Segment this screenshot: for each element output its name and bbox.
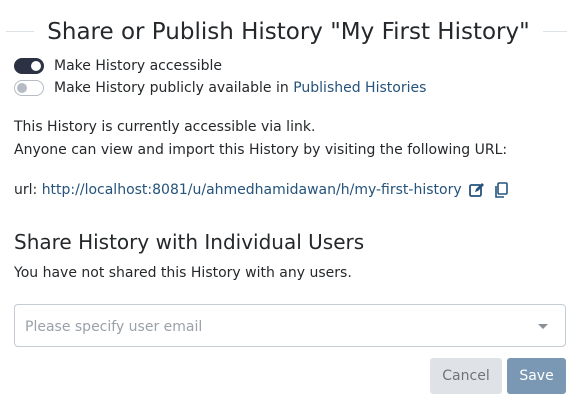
accessible-toggle-label[interactable]: Make History accessible <box>54 58 222 74</box>
cancel-button[interactable]: Cancel <box>430 358 502 394</box>
publish-toggle-label[interactable]: Make History publicly available in <box>54 80 293 96</box>
page-title: Share or Publish History "My First Histo… <box>47 19 530 45</box>
title-divider-right <box>543 31 567 32</box>
import-instructions-text: Anyone can view and import this History … <box>14 142 508 158</box>
chevron-down-icon[interactable] <box>538 324 548 329</box>
share-status-text: You have not shared this History with an… <box>14 265 352 281</box>
title-divider-left <box>6 31 34 32</box>
save-button[interactable]: Save <box>507 358 566 394</box>
url-label: url: <box>14 182 42 198</box>
toggle-knob <box>17 83 27 93</box>
accessible-toggle-row: Make History accessible <box>14 56 222 76</box>
share-users-heading: Share History with Individual Users <box>14 230 365 254</box>
published-histories-link[interactable]: Published Histories <box>293 80 426 96</box>
publish-toggle[interactable] <box>14 80 44 96</box>
accessible-toggle[interactable] <box>14 58 44 74</box>
publish-toggle-row: Make History publicly available in Publi… <box>14 78 426 98</box>
edit-icon[interactable] <box>468 181 486 199</box>
copy-icon[interactable] <box>492 181 510 199</box>
user-email-select[interactable]: Please specify user email <box>14 304 566 347</box>
share-url-row: url: http://localhost:8081/u/ahmedhamida… <box>14 179 510 201</box>
email-placeholder: Please specify user email <box>25 319 203 335</box>
accessibility-status-text: This History is currently accessible via… <box>14 119 316 135</box>
toggle-knob <box>31 61 41 71</box>
modal-header: Share or Publish History "My First Histo… <box>0 12 585 52</box>
share-url-link[interactable]: http://localhost:8081/u/ahmedhamidawan/h… <box>42 182 462 198</box>
